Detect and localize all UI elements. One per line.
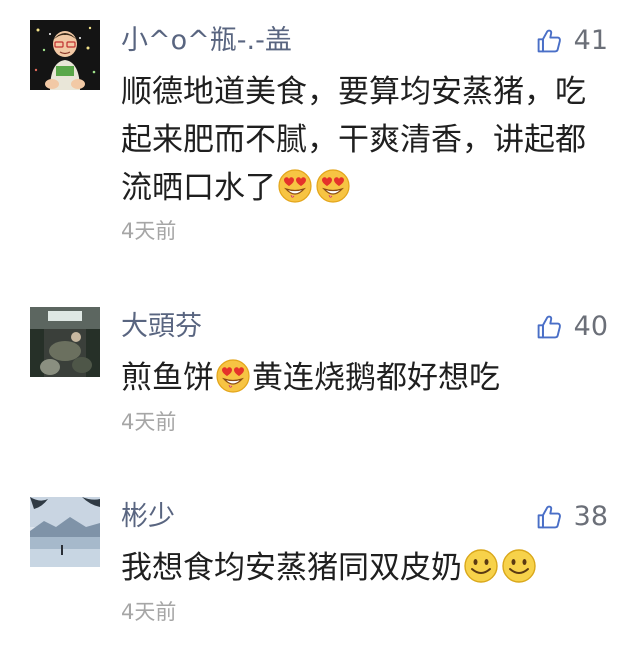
heart-eyes-emoji xyxy=(215,358,251,394)
smile-emoji xyxy=(501,548,537,584)
comment-text-segment: 我想食均安蒸猪同双皮奶 xyxy=(121,550,462,586)
heart-eyes-emoji xyxy=(277,168,313,204)
comment-author[interactable]: 大頭芬 xyxy=(121,310,202,344)
avatar[interactable] xyxy=(30,307,100,377)
comment-timestamp: 4天前 xyxy=(121,600,177,624)
comment-text-segment: 煎鱼饼 xyxy=(121,360,214,396)
comment-text-line: 流晒口水了 xyxy=(121,164,616,212)
comment-author[interactable]: 彬少 xyxy=(121,500,175,534)
comment-timestamp: 4天前 xyxy=(121,219,177,243)
like-count: 41 xyxy=(573,25,608,56)
thumbs-up-icon[interactable] xyxy=(536,504,562,530)
like-count: 38 xyxy=(573,501,608,532)
comment-text-line: 顺德地道美食，要算均安蒸猪，吃 xyxy=(121,74,586,110)
comment-text-line: 起来肥而不腻，干爽清香，讲起都 xyxy=(121,122,586,158)
comment-text: 我想食均安蒸猪同双皮奶 xyxy=(121,544,616,592)
like-count: 40 xyxy=(573,311,608,342)
comment-text: 顺德地道美食，要算均安蒸猪，吃 起来肥而不腻，干爽清香，讲起都 流晒口水了 xyxy=(121,68,616,212)
smile-emoji xyxy=(463,548,499,584)
heart-eyes-emoji xyxy=(315,168,351,204)
comment-text-line: 煎鱼饼 黄连烧鹅都好想吃 xyxy=(121,354,616,402)
restaurant-photo-avatar xyxy=(30,307,100,377)
like-button[interactable]: 40 xyxy=(536,310,608,344)
comment-author[interactable]: 小^o^瓶-.-盖 xyxy=(121,24,292,58)
lake-photo-avatar xyxy=(30,497,100,567)
toddler-photo-avatar xyxy=(30,20,100,90)
like-button[interactable]: 38 xyxy=(536,500,608,534)
avatar[interactable] xyxy=(30,20,100,90)
thumbs-up-icon[interactable] xyxy=(536,28,562,54)
thumbs-up-icon[interactable] xyxy=(536,314,562,340)
comment-text-segment: 流晒口水了 xyxy=(121,170,276,206)
comment-text-segment: 黄连烧鹅都好想吃 xyxy=(252,360,500,396)
avatar[interactable] xyxy=(30,497,100,567)
comment-timestamp: 4天前 xyxy=(121,410,177,434)
like-button[interactable]: 41 xyxy=(536,24,608,58)
comment-text-line: 我想食均安蒸猪同双皮奶 xyxy=(121,544,616,592)
comment-text: 煎鱼饼 黄连烧鹅都好想吃 xyxy=(121,354,616,402)
